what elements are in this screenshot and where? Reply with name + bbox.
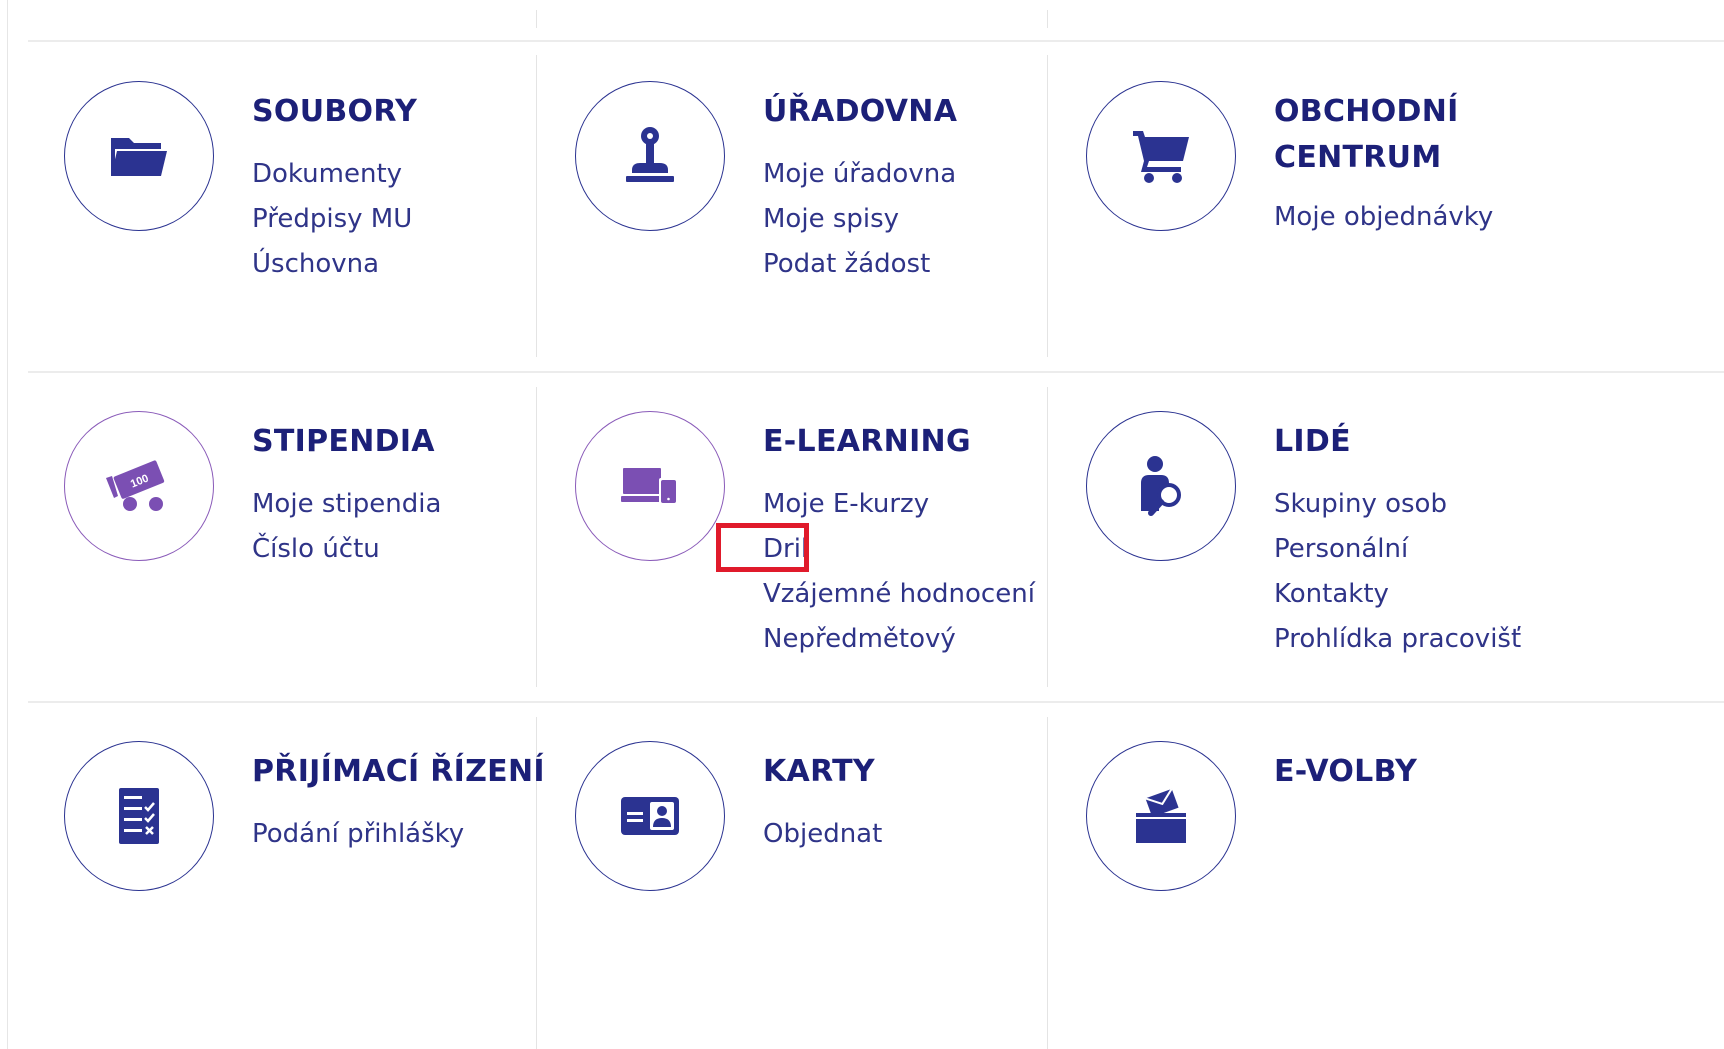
link-skupiny-osob[interactable]: Skupiny osob	[1274, 482, 1521, 527]
row-divider	[28, 701, 1724, 703]
link-dril[interactable]: Dril	[763, 527, 1035, 572]
link-podat-zadost[interactable]: Podat žádost	[763, 242, 956, 287]
tile-title: E-LEARNING	[763, 424, 971, 459]
link-moje-spisy[interactable]: Moje spisy	[763, 197, 956, 242]
tile-title: ÚŘADOVNA	[763, 94, 958, 129]
ballot-box-icon	[1136, 788, 1186, 843]
link-vzajemne-hodnoceni[interactable]: Vzájemné hodnocení	[763, 572, 1035, 617]
tile-links: Moje objednávky	[1274, 195, 1493, 240]
checklist-icon	[119, 788, 159, 844]
column-divider	[1047, 10, 1048, 28]
shopping-cart-icon	[1133, 131, 1189, 183]
row-divider	[28, 371, 1724, 373]
tile-title: E-VOLBY	[1274, 754, 1418, 789]
link-moje-objednavky[interactable]: Moje objednávky	[1274, 195, 1493, 240]
applications-grid: SOUBORY Dokumenty Předpisy MU Úschovna Ú…	[0, 0, 1724, 1049]
stamp-icon	[626, 127, 674, 182]
link-moje-stipendia[interactable]: Moje stipendia	[252, 482, 441, 527]
tile-title: STIPENDIA	[252, 424, 435, 459]
stipendia-icon-circle[interactable]: 100	[64, 411, 214, 561]
folder-icon	[111, 138, 167, 176]
tile-title: PŘIJÍMACÍ ŘÍZENÍ	[252, 754, 545, 789]
devices-icon	[621, 468, 677, 504]
link-moje-e-kurzy[interactable]: Moje E-kurzy	[763, 482, 1035, 527]
tile-links: Moje úřadovna Moje spisy Podat žádost	[763, 152, 956, 287]
link-personalni[interactable]: Personální	[1274, 527, 1521, 572]
tile-links: Dokumenty Předpisy MU Úschovna	[252, 152, 412, 287]
left-border	[7, 0, 8, 1049]
link-podani-prihlasky[interactable]: Podání přihlášky	[252, 812, 464, 857]
row-divider	[28, 40, 1724, 42]
karty-icon-circle[interactable]	[575, 741, 725, 891]
link-nepredmetovy[interactable]: Nepředmětový	[763, 617, 1035, 662]
uradovna-icon-circle[interactable]	[575, 81, 725, 231]
obchodni-centrum-icon-circle[interactable]	[1086, 81, 1236, 231]
link-moje-uradovna[interactable]: Moje úřadovna	[763, 152, 956, 197]
link-cislo-uctu[interactable]: Číslo účtu	[252, 527, 441, 572]
tile-links: Moje E-kurzy Dril Vzájemné hodnocení Nep…	[763, 482, 1035, 662]
e-learning-icon-circle[interactable]	[575, 411, 725, 561]
e-volby-icon-circle[interactable]	[1086, 741, 1236, 891]
tile-title: LIDÉ	[1274, 424, 1351, 459]
soubory-icon-circle[interactable]	[64, 81, 214, 231]
tile-links: Objednat	[763, 812, 882, 857]
link-objednat[interactable]: Objednat	[763, 812, 882, 857]
tile-links: Moje stipendia Číslo účtu	[252, 482, 441, 572]
link-kontakty[interactable]: Kontakty	[1274, 572, 1521, 617]
tile-links: Skupiny osob Personální Kontakty Prohlíd…	[1274, 482, 1521, 662]
link-dokumenty[interactable]: Dokumenty	[252, 152, 412, 197]
id-card-icon	[621, 797, 679, 835]
lide-icon-circle[interactable]	[1086, 411, 1236, 561]
tile-title: OBCHODNÍ CENTRUM	[1274, 94, 1459, 175]
person-search-icon	[1141, 456, 1181, 516]
money-cart-icon: 100	[106, 460, 165, 511]
tile-title: SOUBORY	[252, 94, 418, 129]
tile-title: KARTY	[763, 754, 875, 789]
link-prohlidka-pracovist[interactable]: Prohlídka pracovišť	[1274, 617, 1521, 662]
column-divider	[536, 10, 537, 28]
link-predpisy-mu[interactable]: Předpisy MU	[252, 197, 412, 242]
link-uschovna[interactable]: Úschovna	[252, 242, 412, 287]
prijimaci-rizeni-icon-circle[interactable]	[64, 741, 214, 891]
tile-links: Podání přihlášky	[252, 812, 464, 857]
